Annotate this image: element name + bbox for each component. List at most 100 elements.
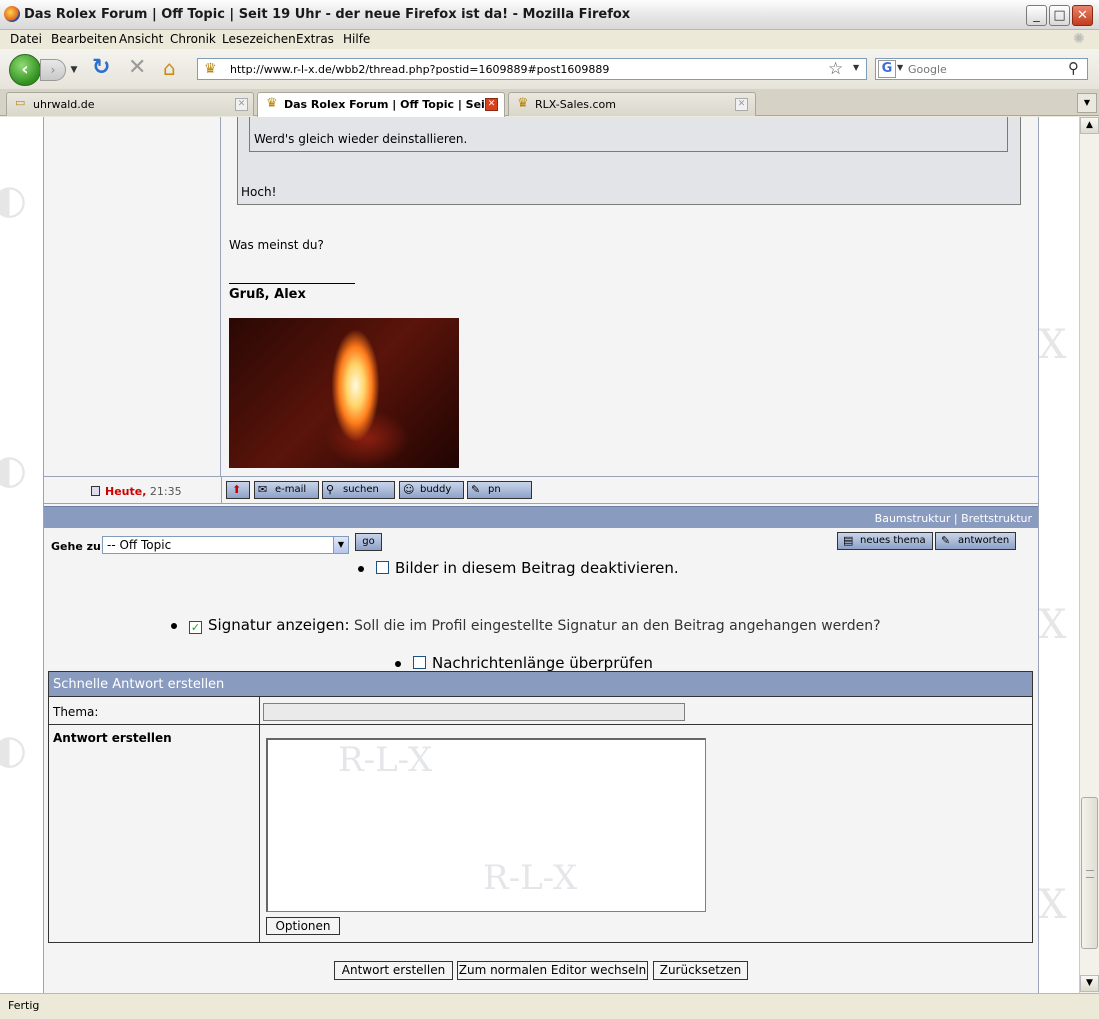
history-dropdown-button[interactable]: ▼ <box>67 61 81 79</box>
crown-favicon-icon: ♛ <box>204 61 217 77</box>
reload-icon[interactable]: ↻ <box>92 57 114 79</box>
vertical-scrollbar[interactable]: ▲ ▼ <box>1079 117 1099 993</box>
private-message-button[interactable]: ✎ pn <box>467 481 532 499</box>
menu-extras[interactable]: Extras <box>296 32 334 46</box>
goto-selected-value: -- Off Topic <box>107 538 172 552</box>
post-page-icon <box>91 486 100 496</box>
watermark-logo: R-L-X <box>338 740 433 780</box>
scroll-down-button[interactable]: ▼ <box>1080 975 1099 992</box>
option-check-length: Nachrichtenlänge überprüfen <box>395 654 653 672</box>
disable-images-checkbox[interactable] <box>376 561 389 574</box>
scroll-up-button[interactable]: ▲ <box>1080 117 1099 134</box>
arrow-right-icon: › <box>50 63 56 77</box>
email-button[interactable]: ✉ e-mail <box>254 481 319 499</box>
menu-datei[interactable]: Datei <box>10 32 42 46</box>
chevron-down-icon[interactable]: ▼ <box>333 537 348 553</box>
scroll-thumb[interactable] <box>1081 797 1098 949</box>
submit-reply-button[interactable]: Antwort erstellen <box>334 961 453 980</box>
signature-text: Gruß, Alex <box>229 287 306 302</box>
home-icon[interactable]: ⌂ <box>163 57 185 79</box>
post-date: Heute, 21:35 <box>105 485 182 498</box>
magnifier-icon[interactable]: ⚲ <box>1068 59 1079 77</box>
structure-links: Baumstruktur | Brettstruktur <box>875 512 1032 525</box>
reply-label: antworten <box>958 535 1010 546</box>
menu-bar: Datei Bearbeiten Ansicht Chronik Lesezei… <box>0 30 1099 49</box>
message-textarea[interactable]: R-L-X R-L-X <box>266 738 706 912</box>
close-tab-icon[interactable]: ✕ <box>235 98 248 111</box>
search-input[interactable] <box>908 59 1068 79</box>
bullet <box>171 622 177 629</box>
tree-structure-link[interactable]: Baumstruktur <box>875 512 951 525</box>
url-dropdown-icon[interactable]: ▼ <box>853 63 859 72</box>
watermark-logo: R-L-X <box>483 858 578 898</box>
tab-uhrwald[interactable]: ▭ uhrwald.de ✕ <box>6 92 254 116</box>
back-button[interactable]: ‹ <box>9 54 41 86</box>
subject-input[interactable] <box>263 703 685 721</box>
top-arrow-button[interactable]: ⬆ <box>226 481 250 499</box>
minimize-button[interactable]: _ <box>1026 5 1047 26</box>
watermark-logo-left: ◐ <box>0 177 27 223</box>
post-date-today: Heute, <box>105 485 147 498</box>
search-bar: G ▼ ⚲ <box>875 58 1088 80</box>
buddy-button-label: buddy <box>420 484 452 495</box>
reset-button[interactable]: Zurücksetzen <box>653 961 748 980</box>
tab-rolex-forum[interactable]: ♛ Das Rolex Forum | Off Topic | Sei... ✕ <box>257 92 505 117</box>
menu-hilfe[interactable]: Hilfe <box>343 32 370 46</box>
menu-ansicht[interactable]: Ansicht <box>119 32 163 46</box>
menu-bearbeiten[interactable]: Bearbeiten <box>51 32 117 46</box>
switch-editor-button[interactable]: Zum normalen Editor wechseln <box>457 961 648 980</box>
outer-quote-text: Hoch! <box>241 185 277 199</box>
board-structure-link[interactable]: Brettstruktur <box>961 512 1032 525</box>
email-button-label: e-mail <box>275 484 307 495</box>
reply-button[interactable]: ✎ antworten <box>935 532 1017 550</box>
pencil-icon: ✎ <box>941 534 951 547</box>
quick-reply-table: Schnelle Antwort erstellen Thema: Antwor… <box>48 671 1033 943</box>
table-column-divider <box>259 697 260 943</box>
arrow-up-icon: ⬆ <box>232 483 242 496</box>
forward-button[interactable]: › <box>40 59 66 81</box>
url-bar[interactable]: ♛ http://www.r-l-x.de/wbb2/thread.php?po… <box>197 58 867 80</box>
bookmark-star-icon[interactable]: ☆ <box>828 59 843 79</box>
go-button[interactable]: go <box>355 533 382 551</box>
bullet <box>395 660 401 667</box>
tab-rlx-sales[interactable]: ♛ RLX-Sales.com ✕ <box>508 92 756 116</box>
close-tab-icon[interactable]: ✕ <box>485 98 498 111</box>
google-engine-icon[interactable]: G <box>878 60 896 78</box>
tab-list-button[interactable]: ▼ <box>1077 93 1097 113</box>
crown-favicon-icon: ♛ <box>517 96 529 111</box>
magnifier-icon: ⚲ <box>326 483 335 496</box>
close-window-button[interactable]: ✕ <box>1072 5 1093 26</box>
post-footer-divider <box>221 476 222 504</box>
stop-icon[interactable]: ✕ <box>128 57 150 79</box>
engine-dropdown-icon[interactable]: ▼ <box>897 63 903 72</box>
buddy-button[interactable]: ☺ buddy <box>399 481 464 499</box>
check-length-checkbox[interactable] <box>413 656 426 669</box>
post-footer <box>44 476 1038 504</box>
maximize-button[interactable]: □ <box>1049 5 1070 26</box>
search-button-label: suchen <box>343 484 379 495</box>
signature-image-match-flame <box>229 318 459 468</box>
document-icon: ▤ <box>843 534 854 547</box>
pm-button-label: pn <box>488 484 501 495</box>
new-topic-label: neues thema <box>860 535 926 546</box>
status-bar: Fertig <box>0 993 1099 1019</box>
close-tab-icon[interactable]: ✕ <box>735 98 748 111</box>
search-posts-button[interactable]: ⚲ suchen <box>322 481 395 499</box>
firefox-icon <box>4 6 20 22</box>
post-author-column <box>44 117 221 477</box>
new-topic-button[interactable]: ▤ neues thema <box>837 532 933 550</box>
options-button[interactable]: Optionen <box>266 917 340 935</box>
menu-chronik[interactable]: Chronik <box>170 32 216 46</box>
subject-label: Thema: <box>53 705 99 719</box>
goto-forum-select[interactable]: -- Off Topic ▼ <box>102 536 349 554</box>
watermark-logo-right: X <box>1038 882 1067 928</box>
buddy-icon: ☺ <box>403 483 415 496</box>
crown-favicon-icon: ♛ <box>266 96 278 111</box>
watermark-logo-right: X <box>1038 602 1067 648</box>
post-date-time: 21:35 <box>146 485 182 498</box>
page-icon: ▭ <box>15 96 26 109</box>
show-signature-checkbox[interactable]: ✓ <box>189 621 202 634</box>
menu-lesezeichen[interactable]: Lesezeichen <box>222 32 296 46</box>
url-text[interactable]: http://www.r-l-x.de/wbb2/thread.php?post… <box>230 63 609 76</box>
disable-images-label: Bilder in diesem Beitrag deaktivieren. <box>395 559 679 577</box>
